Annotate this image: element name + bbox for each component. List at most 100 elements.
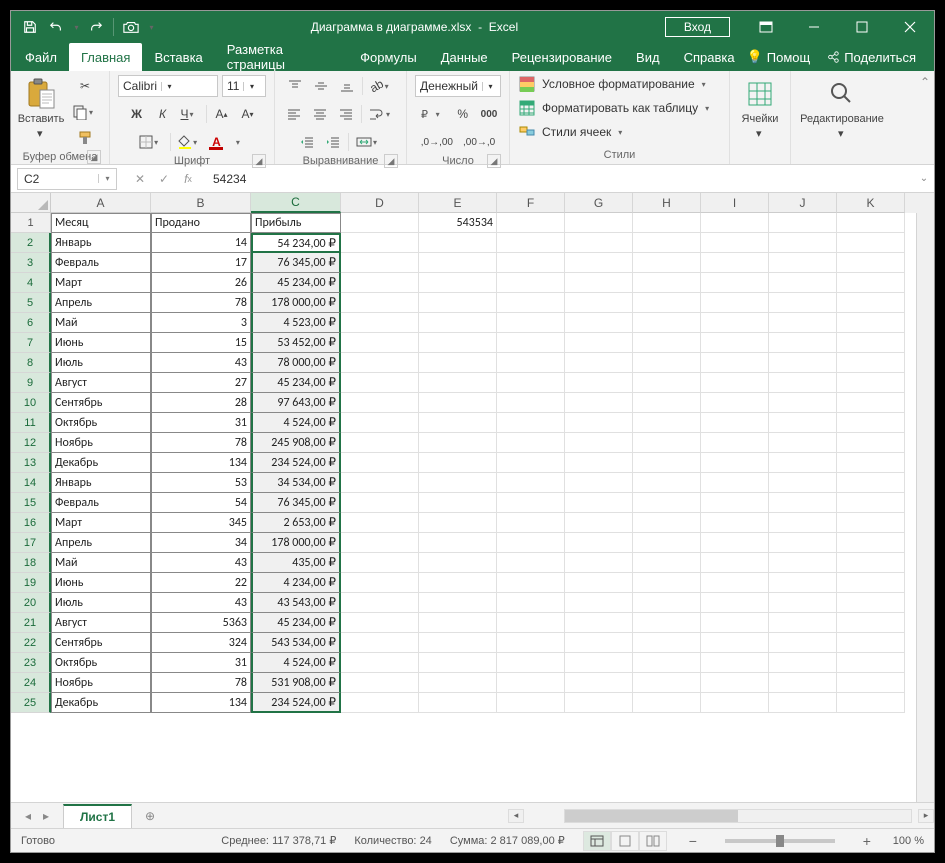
cell-K25[interactable]: [837, 693, 905, 713]
cell-K5[interactable]: [837, 293, 905, 313]
cell-K16[interactable]: [837, 513, 905, 533]
cell-D18[interactable]: [341, 553, 419, 573]
zoom-level[interactable]: 100 %: [893, 835, 924, 847]
cell-A21[interactable]: Август: [51, 613, 151, 633]
cell-E9[interactable]: [419, 373, 497, 393]
cell-styles-button[interactable]: Стили ячеек▾: [518, 123, 627, 141]
cell-B16[interactable]: 345: [151, 513, 251, 533]
cell-G18[interactable]: [565, 553, 633, 573]
cell-C16[interactable]: 2 653,00 ₽: [251, 513, 341, 533]
cell-I9[interactable]: [701, 373, 769, 393]
cell-E17[interactable]: [419, 533, 497, 553]
cell-D11[interactable]: [341, 413, 419, 433]
cell-K10[interactable]: [837, 393, 905, 413]
cell-C2[interactable]: 54 234,00 ₽: [251, 233, 341, 253]
cell-F3[interactable]: [497, 253, 565, 273]
cell-B13[interactable]: 134: [151, 453, 251, 473]
cell-B20[interactable]: 43: [151, 593, 251, 613]
cell-J9[interactable]: [769, 373, 837, 393]
tab-review[interactable]: Рецензирование: [500, 43, 624, 71]
row-header[interactable]: 18: [11, 553, 51, 573]
cell-K21[interactable]: [837, 613, 905, 633]
cell-G12[interactable]: [565, 433, 633, 453]
cell-J4[interactable]: [769, 273, 837, 293]
cell-F1[interactable]: [497, 213, 565, 233]
cell-C9[interactable]: 45 234,00 ₽: [251, 373, 341, 393]
row-header[interactable]: 2: [11, 233, 51, 253]
number-format-combo[interactable]: Денежный▾: [415, 75, 501, 97]
cell-J18[interactable]: [769, 553, 837, 573]
cell-I21[interactable]: [701, 613, 769, 633]
sign-in-button[interactable]: Вход: [665, 17, 730, 37]
column-header-B[interactable]: B: [151, 193, 251, 213]
cell-J7[interactable]: [769, 333, 837, 353]
cell-A9[interactable]: Август: [51, 373, 151, 393]
row-header[interactable]: 25: [11, 693, 51, 713]
cell-K13[interactable]: [837, 453, 905, 473]
editing-button[interactable]: Редактирование ▾: [799, 75, 885, 142]
cell-J24[interactable]: [769, 673, 837, 693]
row-header[interactable]: 17: [11, 533, 51, 553]
enter-formula-icon[interactable]: ✓: [153, 168, 175, 190]
percent-format-button[interactable]: %: [452, 103, 474, 125]
column-header-E[interactable]: E: [419, 193, 497, 213]
cell-B7[interactable]: 15: [151, 333, 251, 353]
cell-A1[interactable]: Месяц: [51, 213, 151, 233]
cell-I13[interactable]: [701, 453, 769, 473]
cell-B8[interactable]: 43: [151, 353, 251, 373]
cell-H13[interactable]: [633, 453, 701, 473]
cell-K8[interactable]: [837, 353, 905, 373]
cell-B18[interactable]: 43: [151, 553, 251, 573]
cell-D19[interactable]: [341, 573, 419, 593]
column-header-C[interactable]: C: [251, 193, 341, 213]
copy-button[interactable]: ▾: [69, 101, 101, 123]
cell-A24[interactable]: Ноябрь: [51, 673, 151, 693]
cell-A13[interactable]: Декабрь: [51, 453, 151, 473]
cell-D22[interactable]: [341, 633, 419, 653]
cell-E13[interactable]: [419, 453, 497, 473]
cell-C4[interactable]: 45 234,00 ₽: [251, 273, 341, 293]
cell-D15[interactable]: [341, 493, 419, 513]
cell-B17[interactable]: 34: [151, 533, 251, 553]
insert-function-icon[interactable]: fx: [177, 168, 199, 190]
cell-D3[interactable]: [341, 253, 419, 273]
row-header[interactable]: 16: [11, 513, 51, 533]
row-header[interactable]: 6: [11, 313, 51, 333]
underline-button[interactable]: Ч▾: [178, 103, 202, 125]
column-header-J[interactable]: J: [769, 193, 837, 213]
hscroll-left[interactable]: ◂: [508, 809, 524, 823]
cell-A5[interactable]: Апрель: [51, 293, 151, 313]
cell-C12[interactable]: 245 908,00 ₽: [251, 433, 341, 453]
cell-C21[interactable]: 45 234,00 ₽: [251, 613, 341, 633]
row-header[interactable]: 1: [11, 213, 51, 233]
cell-D7[interactable]: [341, 333, 419, 353]
cell-K2[interactable]: [837, 233, 905, 253]
zoom-slider[interactable]: [725, 839, 835, 843]
decrease-indent-button[interactable]: [296, 131, 318, 153]
row-header[interactable]: 9: [11, 373, 51, 393]
cell-E5[interactable]: [419, 293, 497, 313]
cell-G21[interactable]: [565, 613, 633, 633]
cell-F21[interactable]: [497, 613, 565, 633]
cell-E19[interactable]: [419, 573, 497, 593]
redo-icon[interactable]: [85, 16, 107, 38]
cell-F2[interactable]: [497, 233, 565, 253]
cell-E6[interactable]: [419, 313, 497, 333]
row-header[interactable]: 3: [11, 253, 51, 273]
column-header-F[interactable]: F: [497, 193, 565, 213]
cell-G2[interactable]: [565, 233, 633, 253]
font-launcher[interactable]: ◢: [252, 154, 266, 168]
cell-E8[interactable]: [419, 353, 497, 373]
cell-H6[interactable]: [633, 313, 701, 333]
cell-B23[interactable]: 31: [151, 653, 251, 673]
merge-center-button[interactable]: ▾: [353, 131, 385, 153]
cell-H1[interactable]: [633, 213, 701, 233]
cell-J2[interactable]: [769, 233, 837, 253]
ribbon-display-options-icon[interactable]: [742, 11, 790, 43]
cell-E24[interactable]: [419, 673, 497, 693]
number-launcher[interactable]: ◢: [487, 154, 501, 168]
name-box-dropdown[interactable]: ▾: [98, 174, 116, 183]
cell-I25[interactable]: [701, 693, 769, 713]
accounting-format-button[interactable]: ₽▾: [416, 103, 448, 125]
cell-F13[interactable]: [497, 453, 565, 473]
